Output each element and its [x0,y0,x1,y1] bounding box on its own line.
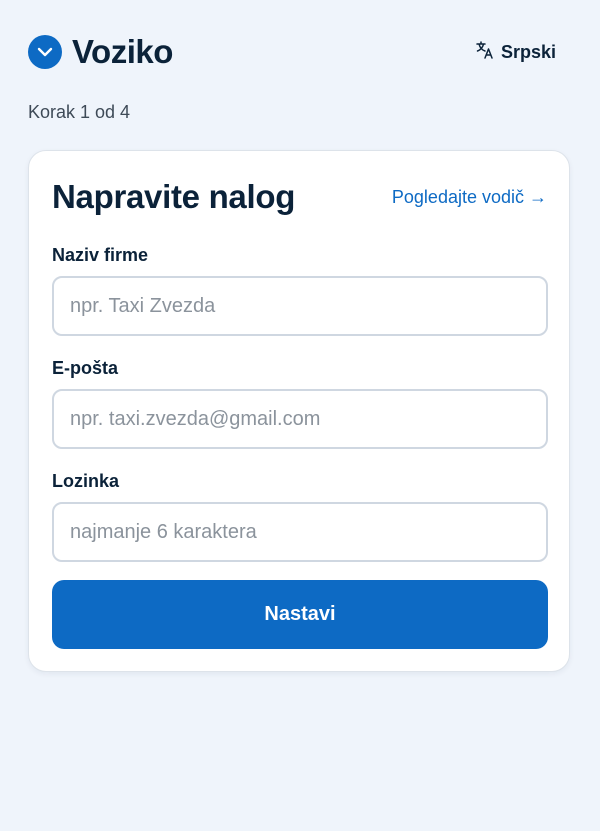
brand[interactable]: Voziko [28,33,173,71]
language-label: Srpski [500,41,556,62]
company-name-label: Naziv firme [52,245,149,265]
chevron-down-icon [28,35,62,69]
translate-icon [475,40,501,65]
step-indicator: Korak 1 od 4 [28,102,131,122]
company-name-input[interactable] [52,276,548,336]
guide-link[interactable]: Pogledajte vodič → [392,187,547,208]
password-input[interactable] [52,502,548,562]
language-selector[interactable]: Srpski [475,40,556,65]
top-bar: Voziko Srpski [28,32,572,72]
continue-button[interactable]: Nastavi [52,580,548,649]
page-title: Napravite nalog [52,178,296,215]
password-label: Lozinka [52,471,120,491]
email-input[interactable] [52,389,548,449]
brand-name: Voziko [72,33,173,70]
signup-card: Napravite nalog Pogledajte vodič → Naziv… [28,150,570,672]
card-header: Napravite nalog Pogledajte vodič → [52,178,547,216]
email-label: E-pošta [52,358,119,378]
